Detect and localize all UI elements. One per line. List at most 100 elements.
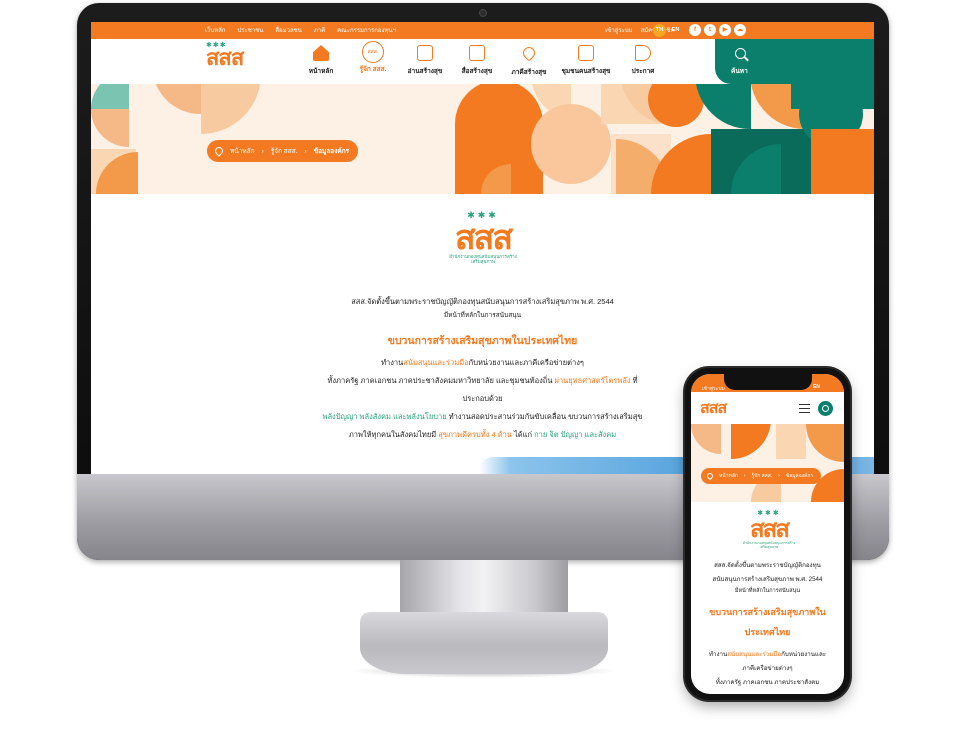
text: ได้แก่ [511, 430, 535, 439]
mobile-heading-line-1: ขบวนการสร้างเสริมสุขภาพใน [709, 607, 826, 617]
lang-en-button[interactable]: EN [669, 24, 682, 37]
top-link-committee[interactable]: คณะกรรมการกองทุนฯ [337, 25, 396, 35]
mobile-about-content: ✱✱✱ สสส สำนักงานกองทุนสนับสนุนการสร้างเส… [691, 502, 844, 694]
video-icon [469, 45, 485, 61]
breadcrumb-separator: › [743, 473, 746, 479]
home-icon [313, 45, 329, 61]
text: กับหน่วยงานและภาคีเครือข่ายต่างๆ [468, 358, 584, 367]
nav-item-community[interactable]: ชุมชนคนสร้างสุข [555, 45, 617, 77]
geometric-pattern [91, 84, 874, 194]
nav-item-about[interactable]: สสส. รู้จัก สสส. [347, 41, 399, 77]
thaihealth-badge-icon: สสส. [362, 41, 384, 63]
search-icon [735, 48, 746, 59]
nav-label: สื่อสร้างสุข [461, 68, 493, 75]
document-icon [417, 45, 433, 61]
section-heading: ขบวนการสร้างเสริมสุขภาพในประเทศไทย [387, 335, 578, 347]
text: ทำงาน [381, 358, 404, 367]
mobile-breadcrumb: หน้าหลัก › รู้จัก สสส. › ข้อมูลองค์กร [701, 468, 822, 484]
youtube-icon[interactable]: ▶ [719, 24, 731, 36]
search-button[interactable]: ค้นหา [715, 39, 874, 84]
breadcrumb-home[interactable]: หน้าหลัก [719, 472, 738, 480]
breadcrumb-about[interactable]: รู้จัก สสส. [752, 472, 773, 480]
megaphone-icon [635, 45, 651, 61]
mobile-search-icon[interactable] [818, 401, 833, 416]
login-link[interactable]: เข้าสู่ระบบ [605, 25, 632, 35]
nav-item-read[interactable]: อ่านสร้างสุข [399, 45, 451, 77]
camera-icon [479, 9, 487, 17]
intro-line-2: มีหน้าที่หลักในการสนับสนุน [443, 312, 522, 319]
breadcrumb-separator: › [778, 473, 780, 479]
facebook-icon[interactable]: f [689, 24, 701, 36]
mobile-lang-button[interactable]: EN [813, 384, 820, 390]
top-link-public[interactable]: ประชาชน [238, 25, 264, 35]
intro-line-1: สสส.จัดตั้งขึ้นตามพระราชบัญญัติกองทุนสนั… [351, 297, 614, 306]
logo-mark: สสส [454, 218, 513, 258]
breadcrumb-current: ข้อมูลองค์กร [313, 148, 350, 155]
top-link-partners[interactable]: ภาคี [314, 25, 325, 35]
nav-label: รู้จัก สสส. [359, 66, 387, 73]
lang-th-button[interactable]: TH [653, 24, 666, 37]
top-link-media[interactable]: สื่อมวลชน [275, 25, 301, 35]
main-nav: ✱✱✱ สสส หน้าหลัก สสส. รู้จัก สสส. อ่านสร… [91, 39, 874, 84]
text: กับหน่วยงานและ [781, 651, 827, 658]
nav-label: ชุมชนคนสร้างสุข [561, 68, 611, 75]
breadcrumb-current: ข้อมูลองค์กร [785, 473, 814, 479]
mobile-paragraph-line-3: ทั้งภาครัฐ ภาคเอกชน ภาคประชาสังคม [715, 679, 820, 686]
thaihealth-logo: ✱✱✱ สสส สำนักงานกองทุนสนับสนุนการสร้างเส… [443, 212, 523, 266]
mobile-thaihealth-logo: ✱✱✱ สสส สำนักงานกองทุนสนับสนุนการสร้างเส… [741, 510, 797, 550]
location-pin-icon [705, 471, 715, 481]
text: ภาพให้ทุกคนในสังคมไทยมี [348, 430, 439, 439]
mobile-heading-line-2: ประเทศไทย [744, 627, 791, 637]
location-pin-icon [213, 145, 225, 157]
text: ทำงาน [708, 651, 728, 658]
nav-item-partners[interactable]: ภาคีสร้างสุข [503, 44, 555, 77]
nav-item-home[interactable]: หน้าหลัก [295, 45, 347, 77]
mobile-nav: สสส [691, 392, 844, 424]
mobile-geometric-pattern [691, 424, 844, 502]
highlight-text: พลังปัญญา พลังสังคม และพลังนโยบาย [322, 412, 447, 421]
top-bar: เว็บหลัก ประชาชน สื่อมวลชน ภาคี คณะกรรมก… [91, 22, 874, 39]
site-logo[interactable]: สสส [206, 47, 244, 69]
top-links: เว็บหลัก ประชาชน สื่อมวลชน ภาคี คณะกรรมก… [205, 25, 396, 35]
social-links: f t ▶ ☁ [689, 24, 746, 36]
nav-label: ภาคีสร้างสุข [511, 69, 547, 76]
nav-label: หน้าหลัก [308, 68, 334, 75]
hamburger-menu-icon[interactable] [799, 404, 810, 413]
hero-banner: หน้าหลัก › รู้จัก สสส. › ข้อมูลองค์กร [91, 84, 874, 194]
nav-item-media[interactable]: สื่อสร้างสุข [451, 45, 503, 77]
mobile-site-logo[interactable]: สสส [700, 400, 727, 416]
language-switcher: TH EN [653, 24, 682, 37]
mobile-intro-line-1: สสส.จัดตั้งขึ้นตามพระราชบัญญัติกองทุน [714, 562, 821, 569]
phone-notch [724, 372, 812, 390]
breadcrumb-separator: › [304, 147, 307, 155]
text: ทั้งภาครัฐ ภาคเอกชน ภาคประชาสังคมมหาวิทย… [327, 376, 555, 385]
highlight-text: ผ่านยุทธศาสตร์ไตรพลัง [554, 376, 631, 385]
breadcrumb-about[interactable]: รู้จัก สสส. [271, 146, 298, 156]
monitor-stand-foot [360, 612, 608, 674]
twitter-icon[interactable]: t [704, 24, 716, 36]
breadcrumb-home[interactable]: หน้าหลัก [230, 146, 255, 156]
mobile-hero: หน้าหลัก › รู้จัก สสส. › ข้อมูลองค์กร [691, 424, 844, 502]
mobile-intro-line-2: สนับสนุนการสร้างเสริมสุขภาพ พ.ศ. 2544 [712, 576, 823, 583]
mobile-paragraph-line-1: ทำงานสนับสนุนและร่วมมือกับหน่วยงานและ [691, 649, 844, 659]
mobile-screen: เข้าสู่ระบบ EN สสส หน้าหลัก › รู้จัก สสส… [691, 374, 844, 694]
top-link-main[interactable]: เว็บหลัก [205, 25, 226, 35]
mockup-stage: เว็บหลัก ประชาชน สื่อมวลชน ภาคี คณะกรรมก… [0, 0, 966, 746]
line-icon[interactable]: ☁ [734, 24, 746, 36]
heart-icon [520, 44, 538, 62]
mobile-paragraph-line-2: ภาคีเครือข่ายต่างๆ [742, 665, 793, 672]
mobile-intro-line-3: มีหน้าที่หลักในการสนับสนุน [734, 588, 801, 594]
highlight-text: สุขภาพดีครบทั้ง 4 ด้าน [438, 430, 512, 439]
highlight-text: สนับสนุนและร่วมมือ [727, 651, 782, 658]
highlight-text: กาย จิต ปัญญา และสังคม [534, 430, 617, 439]
highlight-text: สนับสนุนและร่วมมือ [403, 358, 469, 367]
search-label: ค้นหา [731, 68, 748, 75]
monitor-stand-neck [400, 560, 568, 620]
chat-icon [578, 45, 594, 61]
nav-item-announce[interactable]: ประกาศ [617, 45, 669, 77]
nav-label: ประกาศ [631, 68, 655, 75]
breadcrumb-separator: › [261, 147, 264, 155]
logo-subtitle: สำนักงานกองทุนสนับสนุนการสร้างเสริมสุขภา… [742, 541, 796, 549]
breadcrumb: หน้าหลัก › รู้จัก สสส. › ข้อมูลองค์กร [207, 140, 359, 162]
text: ทำงานสอดประสานร่วมกันขับเคลื่อน ขบวนการส… [446, 412, 643, 421]
